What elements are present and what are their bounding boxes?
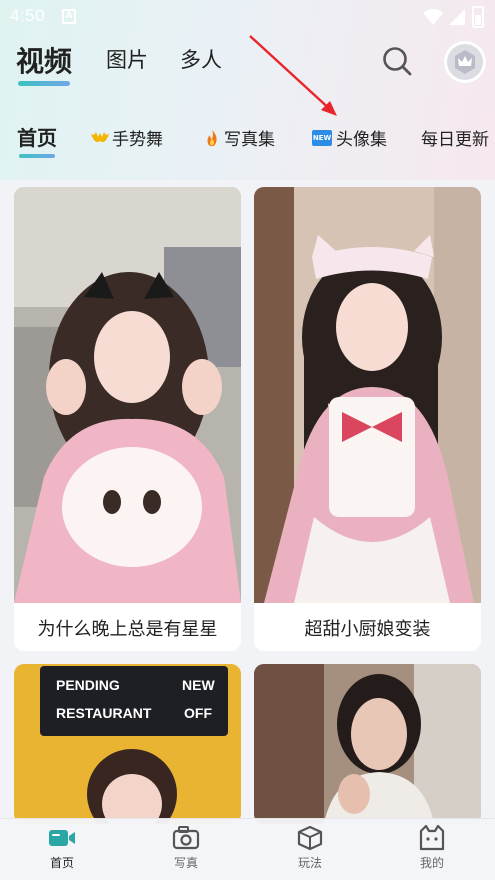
category-avatar-set[interactable]: NEW 头像集 <box>312 125 387 150</box>
tab-video-label: 视频 <box>16 45 73 78</box>
category-avatar-set-label: 头像集 <box>336 130 387 150</box>
video-thumbnail <box>254 187 481 603</box>
tab-video[interactable]: 视频 <box>16 40 73 86</box>
sign-text-restaurant: RESTAURANT <box>56 705 152 721</box>
active-category-underline <box>19 154 55 158</box>
status-bar: 4:50 A <box>0 0 495 34</box>
camera-icon <box>172 826 200 850</box>
nav-play[interactable]: 玩法 <box>280 825 340 871</box>
signal-icon <box>449 9 465 25</box>
category-photo-album[interactable]: 写真集 <box>202 125 275 150</box>
nav-photo-label: 写真 <box>173 856 198 870</box>
notification-icon: A <box>62 9 76 24</box>
nav-play-label: 玩法 <box>297 856 322 870</box>
video-card-title: 超甜小厨娘变装 <box>304 619 431 640</box>
nav-profile[interactable]: 我的 <box>402 825 462 871</box>
video-card[interactable]: PENDING NEW RESTAURANT OFF <box>14 664 241 824</box>
vip-button[interactable] <box>444 41 486 83</box>
category-gesture-dance-label: 手势舞 <box>112 130 163 150</box>
category-gesture-dance[interactable]: 手势舞 <box>90 125 163 150</box>
crown-icon <box>455 50 475 74</box>
video-card[interactable] <box>254 664 481 824</box>
annotation-arrow <box>249 35 337 116</box>
video-thumbnail: PENDING NEW RESTAURANT OFF <box>14 664 241 824</box>
search-icon[interactable] <box>381 45 413 77</box>
nav-home-label: 首页 <box>49 856 74 870</box>
category-home-label: 首页 <box>17 126 57 150</box>
video-thumbnail <box>14 187 241 603</box>
hands-icon <box>91 131 109 142</box>
nav-photo[interactable]: 写真 <box>156 825 216 871</box>
tab-multi-person[interactable]: 多人 <box>180 44 222 74</box>
video-thumbnail <box>254 664 481 824</box>
video-card[interactable]: 为什么晚上总是有星星 <box>14 187 241 651</box>
category-photo-album-label: 写真集 <box>224 130 275 150</box>
cube-icon <box>297 825 323 851</box>
category-home[interactable]: 首页 <box>17 122 57 158</box>
status-time: 4:50 <box>10 6 46 25</box>
category-daily-update[interactable]: 每日更新 <box>421 125 489 150</box>
active-tab-underline <box>18 81 71 86</box>
sign-text-new: NEW <box>182 677 215 693</box>
wifi-icon <box>423 9 443 25</box>
cat-face-icon <box>419 825 445 851</box>
nav-home[interactable]: 首页 <box>32 825 92 871</box>
battery-icon <box>472 6 484 28</box>
tab-images[interactable]: 图片 <box>106 44 148 74</box>
video-card[interactable]: 超甜小厨娘变装 <box>254 187 481 651</box>
sign-text-off: OFF <box>184 705 212 721</box>
fire-icon <box>207 129 217 146</box>
sign-text-pending: PENDING <box>56 677 120 693</box>
video-camera-icon <box>49 830 75 846</box>
nav-profile-label: 我的 <box>419 856 444 870</box>
video-card-title: 为什么晚上总是有星星 <box>37 619 218 640</box>
bottom-nav: 首页 写真 玩法 我的 <box>0 818 495 880</box>
new-badge-icon: NEW <box>312 129 332 146</box>
